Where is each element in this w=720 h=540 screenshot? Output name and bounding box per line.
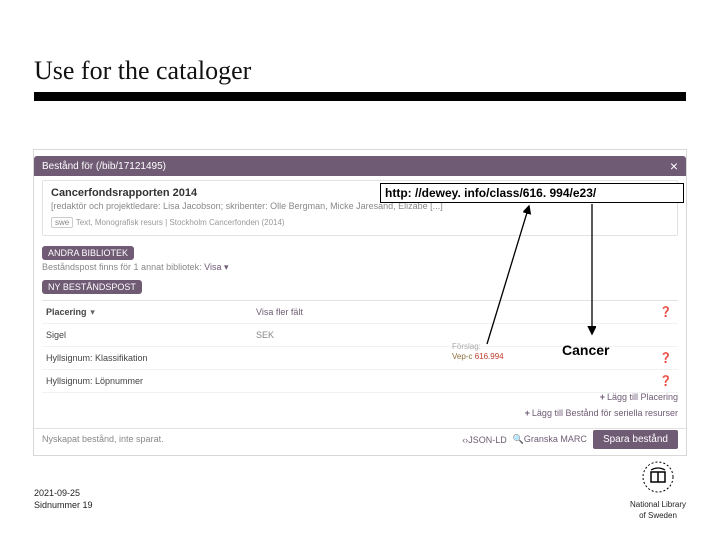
footer-date: 2021-09-25 [34, 488, 80, 498]
footer-page-number: Sidnummer 19 [34, 500, 93, 510]
national-library-logo: National Library of Sweden [622, 456, 694, 520]
crown-seal-icon [637, 456, 679, 498]
logo-text-2: of Sweden [622, 511, 694, 520]
arrow-to-suggestion [0, 0, 720, 540]
logo-text-1: National Library [622, 500, 694, 509]
